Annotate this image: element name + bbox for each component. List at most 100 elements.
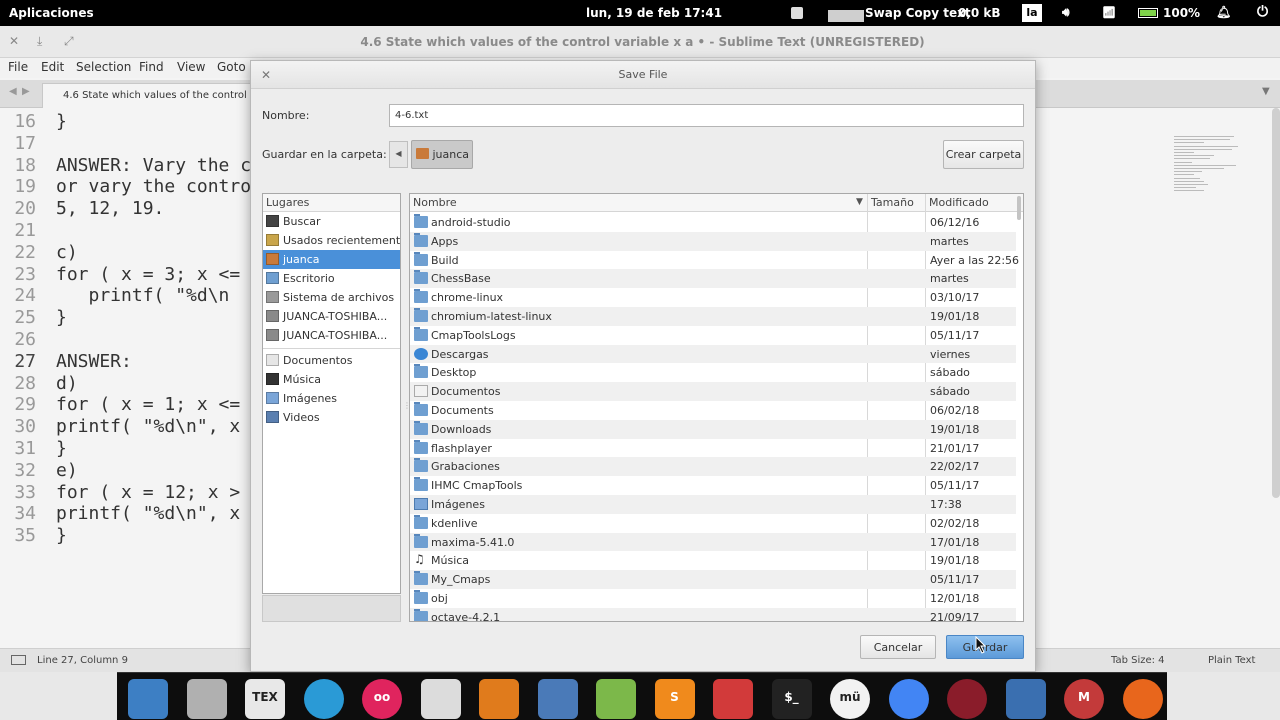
column-modified[interactable]: Modificado (929, 196, 989, 209)
sort-arrow-icon[interactable]: ▼ (856, 197, 863, 207)
code-line[interactable]: or vary the contro (56, 176, 251, 197)
place-item[interactable]: Videos (263, 408, 400, 427)
code-line[interactable]: } (56, 438, 67, 459)
code-line[interactable]: } (56, 525, 67, 546)
file-row[interactable]: flashplayer 21/01/17 (410, 439, 1016, 458)
code-line[interactable]: } (56, 111, 67, 132)
tab-size[interactable]: Tab Size: 4 (1111, 655, 1165, 666)
file-row[interactable]: IHMC CmapTools 05/11/17 (410, 476, 1016, 495)
code-line[interactable]: ANSWER: Vary the c (56, 155, 251, 176)
clock[interactable]: lun, 19 de feb 17:41 (586, 6, 722, 20)
star-icon[interactable] (479, 679, 519, 719)
file-row[interactable]: ♫ Música 19/01/18 (410, 551, 1016, 570)
place-item[interactable]: Sistema de archivos (263, 288, 400, 307)
file-row[interactable]: ChessBase martes (410, 269, 1016, 289)
place-item[interactable]: Imágenes (263, 389, 400, 408)
file-row[interactable]: android-studio 06/12/16 (410, 213, 1016, 232)
file-row[interactable]: Downloads 19/01/18 (410, 419, 1016, 439)
pdf-icon[interactable] (713, 679, 753, 719)
menu-file[interactable]: File (8, 60, 28, 74)
battery-percent[interactable]: 100% (1163, 6, 1200, 20)
sublime-icon[interactable]: S (654, 679, 695, 719)
code-line[interactable]: for ( x = 3; x <= (56, 264, 240, 285)
code-line[interactable]: printf( "%d\n", x (56, 416, 240, 437)
keyboard-layout-indicator[interactable]: la (1022, 4, 1042, 22)
volume-icon[interactable]: 🔊︎ (1062, 5, 1070, 20)
file-row[interactable]: Descargas viernes (410, 344, 1016, 364)
create-folder-button[interactable]: Crear carpeta (943, 140, 1024, 169)
windows-icon[interactable] (128, 679, 168, 719)
pane-resize-grip[interactable]: ⋮ (403, 401, 411, 413)
tab-next-icon[interactable]: ▶ (22, 86, 30, 97)
battery-icon[interactable] (1138, 8, 1158, 18)
file-row[interactable]: Grabaciones 22/02/17 (410, 457, 1016, 477)
file-row[interactable]: Apps martes (410, 231, 1016, 251)
box-icon[interactable] (1005, 679, 1046, 719)
tab-prev-icon[interactable]: ◀ (9, 86, 17, 97)
menu-edit[interactable]: Edit (41, 60, 64, 74)
place-item[interactable]: Documentos (263, 351, 400, 370)
menu-view[interactable]: View (177, 60, 205, 74)
firefox-icon[interactable] (1122, 679, 1163, 719)
place-item[interactable]: Buscar (263, 212, 400, 231)
applications-menu[interactable]: Aplicaciones (9, 6, 94, 20)
hat-icon[interactable] (947, 679, 987, 719)
editor-scrollbar[interactable] (1272, 108, 1280, 498)
file-row[interactable]: Documents 06/02/18 (410, 401, 1016, 420)
wifi-icon[interactable]: 📶︎ (1102, 6, 1116, 19)
place-item[interactable]: Música (263, 370, 400, 389)
cancel-button[interactable]: Cancelar (860, 635, 936, 659)
place-item[interactable]: Escritorio (263, 269, 400, 288)
code-line[interactable]: printf( "%d\n (56, 285, 230, 306)
file-tab[interactable]: 4.6 State which values of the control va… (42, 83, 262, 108)
code-line[interactable]: d) (56, 373, 78, 394)
swap-value[interactable]: 0,0 kB (958, 6, 1001, 20)
file-row[interactable]: kdenlive 02/02/18 (410, 514, 1016, 533)
file-row[interactable]: chrome-linux 03/10/17 (410, 288, 1016, 307)
place-item[interactable]: Usados recientemente (263, 231, 400, 250)
screenshot-icon[interactable] (791, 7, 803, 19)
code-line[interactable]: for ( x = 1; x <= (56, 394, 240, 415)
tab-overflow-icon[interactable]: ▼ (1262, 86, 1270, 97)
file-row[interactable]: maxima-5.41.0 17/01/18 (410, 532, 1016, 552)
m-icon[interactable]: M (1064, 679, 1104, 719)
column-name[interactable]: Nombre (413, 196, 457, 209)
tools-icon[interactable] (537, 679, 578, 719)
code-line[interactable]: e) (56, 460, 78, 481)
file-row[interactable]: obj 12/01/18 (410, 589, 1016, 608)
code-line[interactable]: ANSWER: (56, 351, 132, 372)
place-item[interactable]: juanca (263, 250, 400, 269)
code-line[interactable]: c) (56, 242, 78, 263)
file-row[interactable]: Desktop sábado (410, 363, 1016, 382)
pen-icon[interactable] (596, 679, 636, 719)
panel-toggle-icon[interactable] (11, 655, 26, 665)
terminal-icon[interactable]: $_ (771, 679, 812, 719)
file-row[interactable]: Documentos sábado (410, 382, 1016, 401)
file-row[interactable]: octave-4.2.1 21/09/17 (410, 607, 1016, 621)
code-line[interactable]: } (56, 307, 67, 328)
ring-icon[interactable] (303, 679, 344, 719)
path-button-home[interactable]: juanca (411, 140, 473, 169)
minimap[interactable] (1170, 108, 1270, 208)
file-row[interactable]: My_Cmaps 05/11/17 (410, 570, 1016, 589)
syntax-mode[interactable]: Plain Text (1208, 655, 1255, 666)
menu-goto[interactable]: Goto (217, 60, 246, 74)
place-item[interactable]: JUANCA-TOSHIBA... (263, 307, 400, 326)
file-row[interactable]: Imágenes 17:38 (410, 494, 1016, 514)
path-back-button[interactable]: ◀ (389, 141, 408, 168)
oo-icon[interactable]: oo (362, 679, 402, 719)
toggle-icon[interactable] (420, 679, 461, 719)
menu-find[interactable]: Find (139, 60, 164, 74)
file-row[interactable]: chromium-latest-linux 19/01/18 (410, 306, 1016, 326)
mu-icon[interactable]: mü (830, 679, 870, 719)
code-line[interactable]: printf( "%d\n", x (56, 503, 240, 524)
code-line[interactable]: for ( x = 12; x > (56, 482, 240, 503)
notification-bell-icon[interactable]: 🔔︎ (1216, 5, 1231, 19)
power-icon[interactable]: ⏻ (1257, 4, 1268, 20)
folder-home-icon[interactable] (186, 679, 227, 719)
file-row[interactable]: CmapToolsLogs 05/11/17 (410, 326, 1016, 345)
place-item[interactable]: JUANCA-TOSHIBA... (263, 326, 400, 345)
menu-selection[interactable]: Selection (76, 60, 131, 74)
filename-input[interactable] (389, 104, 1024, 127)
file-row[interactable]: Build Ayer a las 22:56 (410, 251, 1019, 270)
